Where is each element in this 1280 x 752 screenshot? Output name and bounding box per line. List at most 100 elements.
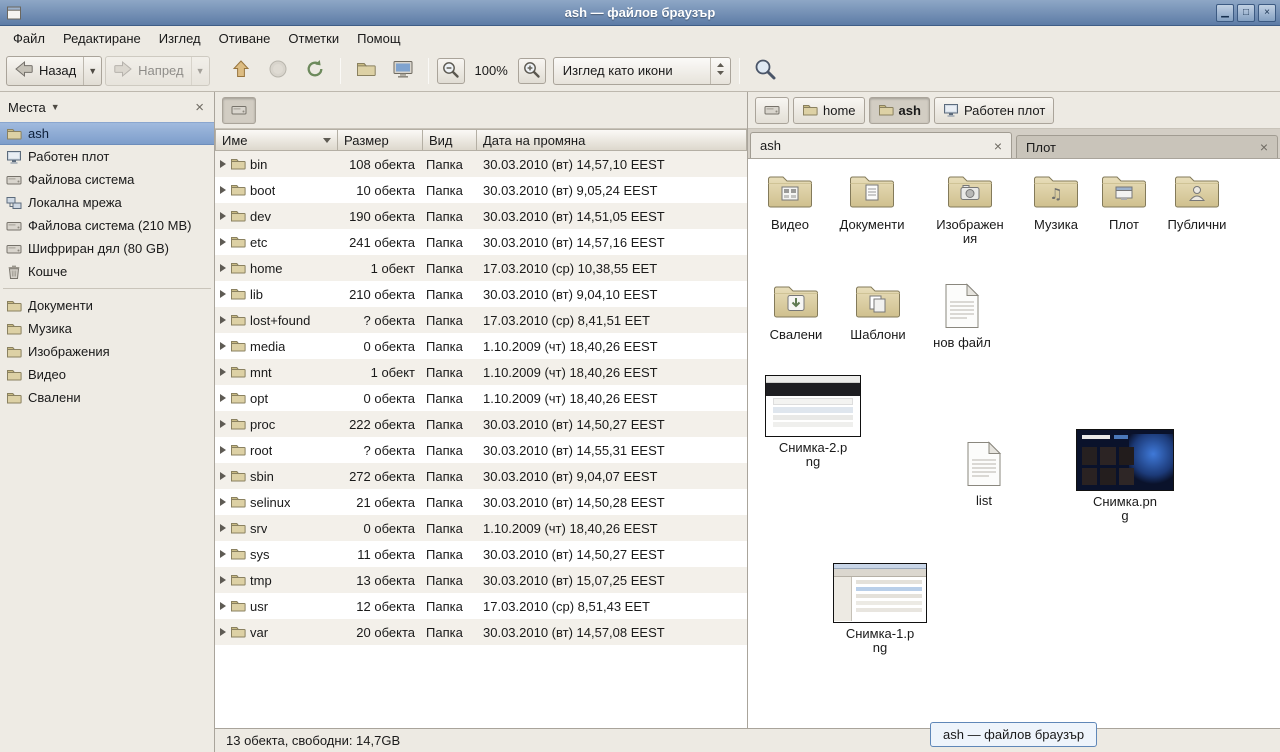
expander-icon[interactable] [220,160,226,168]
table-row[interactable]: media0 обектаПапка1.10.2009 (чт) 18,40,2… [215,333,747,359]
column-header-date[interactable]: Дата на промяна [477,129,747,151]
tab-plot[interactable]: Плот× [1016,135,1278,158]
up-button[interactable] [224,55,258,87]
computer-button[interactable] [386,55,420,87]
table-row[interactable]: bin108 обектаПапка30.03.2010 (вт) 14,57,… [215,151,747,177]
sidebar-item-music[interactable]: Музика [0,317,214,340]
icon-item-video[interactable]: Видео [748,171,832,232]
menu-item-file[interactable]: Файл [4,26,54,50]
table-row[interactable]: lib210 обектаПапка30.03.2010 (вт) 9,04,1… [215,281,747,307]
expander-icon[interactable] [220,550,226,558]
expander-icon[interactable] [220,446,226,454]
sidebar-item-filesystem-210[interactable]: Файлова система (210 MB) [0,214,214,237]
column-header-type[interactable]: Вид [423,129,477,151]
icon-item-snimka[interactable]: Снимка.png [1069,429,1181,523]
breadcrumb-desktop[interactable]: Работен плот [934,97,1054,124]
table-row[interactable]: var20 обектаПапка30.03.2010 (вт) 14,57,0… [215,619,747,645]
sidebar-item-ash[interactable]: ash [0,122,214,145]
table-row[interactable]: srv0 обектаПапка1.10.2009 (чт) 18,40,26 … [215,515,747,541]
tab-ash[interactable]: ash× [750,132,1012,158]
table-row[interactable]: mnt1 обектПапка1.10.2009 (чт) 18,40,26 E… [215,359,747,385]
stop-button[interactable] [261,55,295,87]
menu-item-go[interactable]: Отиване [210,26,280,50]
reload-button[interactable] [298,55,332,87]
menu-item-edit[interactable]: Редактиране [54,26,150,50]
menu-item-help[interactable]: Помощ [348,26,409,50]
expander-icon[interactable] [220,212,226,220]
icon-item-list[interactable]: list [942,441,1026,508]
zoom-out-button[interactable] [437,58,465,84]
table-row[interactable]: dev190 обектаПапка30.03.2010 (вт) 14,51,… [215,203,747,229]
icon-item-plot[interactable]: Плот [1082,171,1166,232]
table-row[interactable]: tmp13 обектаПапка30.03.2010 (вт) 15,07,2… [215,567,747,593]
breadcrumb-home[interactable]: home [793,97,865,124]
expander-icon[interactable] [220,472,226,480]
sidebar-item-downloads[interactable]: Свалени [0,386,214,409]
table-row[interactable]: usr12 обектаПапка17.03.2010 (ср) 8,51,43… [215,593,747,619]
column-header-name[interactable]: Име [215,129,338,151]
table-row[interactable]: sys11 обектаПапка30.03.2010 (вт) 14,50,2… [215,541,747,567]
sidebar-item-video[interactable]: Видео [0,363,214,386]
table-row[interactable]: root? обектаПапка30.03.2010 (вт) 14,55,3… [215,437,747,463]
expander-icon[interactable] [220,342,226,350]
expander-icon[interactable] [220,498,226,506]
breadcrumb-ash[interactable]: ash [869,97,930,124]
table-row[interactable]: selinux21 обектаПапка30.03.2010 (вт) 14,… [215,489,747,515]
home-button[interactable] [349,55,383,87]
table-row[interactable]: boot10 обектаПапка30.03.2010 (вт) 9,05,2… [215,177,747,203]
icon-item-templates[interactable]: Шаблони [836,281,920,342]
icon-item-snimka-2[interactable]: Снимка-2.png [760,375,866,469]
sidebar-item-encrypted-80[interactable]: Шифриран дял (80 GB) [0,237,214,260]
chevron-down-icon[interactable]: ▼ [51,102,60,112]
expander-icon[interactable] [220,290,226,298]
close-button[interactable]: × [1258,4,1276,22]
minimize-button[interactable]: ▁ [1216,4,1234,22]
expander-icon[interactable] [220,368,226,376]
close-tab-icon[interactable]: × [1260,140,1268,154]
expander-icon[interactable] [220,264,226,272]
view-mode-select[interactable]: Изглед като икони [553,57,731,85]
sidebar-item-trash[interactable]: Кошче [0,260,214,283]
forward-history-dropdown[interactable]: ▼ [191,57,209,85]
back-button[interactable]: Назад [7,57,83,85]
expander-icon[interactable] [220,602,226,610]
sidebar-item-desktop[interactable]: Работен плот [0,145,214,168]
table-row[interactable]: sbin272 обектаПапка30.03.2010 (вт) 9,04,… [215,463,747,489]
icon-item-public[interactable]: Публични [1155,171,1239,232]
sidebar-item-network[interactable]: Локална мрежа [0,191,214,214]
expander-icon[interactable] [220,524,226,532]
expander-icon[interactable] [220,576,226,584]
table-row[interactable]: etc241 обектаПапка30.03.2010 (вт) 14,57,… [215,229,747,255]
close-tab-icon[interactable]: × [994,139,1002,153]
sidebar-item-filesystem[interactable]: Файлова система [0,168,214,191]
expander-icon[interactable] [220,316,226,324]
icon-item-documents[interactable]: Документи [830,171,914,232]
sidebar-item-images[interactable]: Изображения [0,340,214,363]
table-row[interactable]: opt0 обектаПапка1.10.2009 (чт) 18,40,26 … [215,385,747,411]
icon-item-new-file[interactable]: нов файл [920,283,1004,350]
table-row[interactable]: home1 обектПапка17.03.2010 (ср) 10,38,55… [215,255,747,281]
table-row[interactable]: proc222 обектаПапка30.03.2010 (вт) 14,50… [215,411,747,437]
icon-item-downloads[interactable]: Свалени [754,281,838,342]
expander-icon[interactable] [220,394,226,402]
zoom-in-button[interactable] [518,58,546,84]
sidebar-item-documents[interactable]: Документи [0,294,214,317]
breadcrumb-root[interactable] [755,97,789,124]
icon-item-snimka-1[interactable]: Снимка-1.png [827,563,933,655]
expander-icon[interactable] [220,420,226,428]
expander-icon[interactable] [220,186,226,194]
icon-item-images[interactable]: Изображения [928,171,1012,246]
expander-icon[interactable] [220,628,226,636]
back-history-dropdown[interactable]: ▼ [83,57,101,85]
sidebar-title[interactable]: Места [8,100,46,115]
maximize-button[interactable]: □ [1237,4,1255,22]
forward-button[interactable]: Напред [106,57,190,85]
menu-item-bookmarks[interactable]: Отметки [279,26,348,50]
expander-icon[interactable] [220,238,226,246]
menu-item-view[interactable]: Изглед [150,26,210,50]
breadcrumb-root[interactable] [222,97,256,124]
search-button[interactable] [748,55,782,87]
close-sidebar-button[interactable]: × [195,100,204,115]
table-row[interactable]: lost+found? обектаПапка17.03.2010 (ср) 8… [215,307,747,333]
column-header-size[interactable]: Размер [338,129,423,151]
